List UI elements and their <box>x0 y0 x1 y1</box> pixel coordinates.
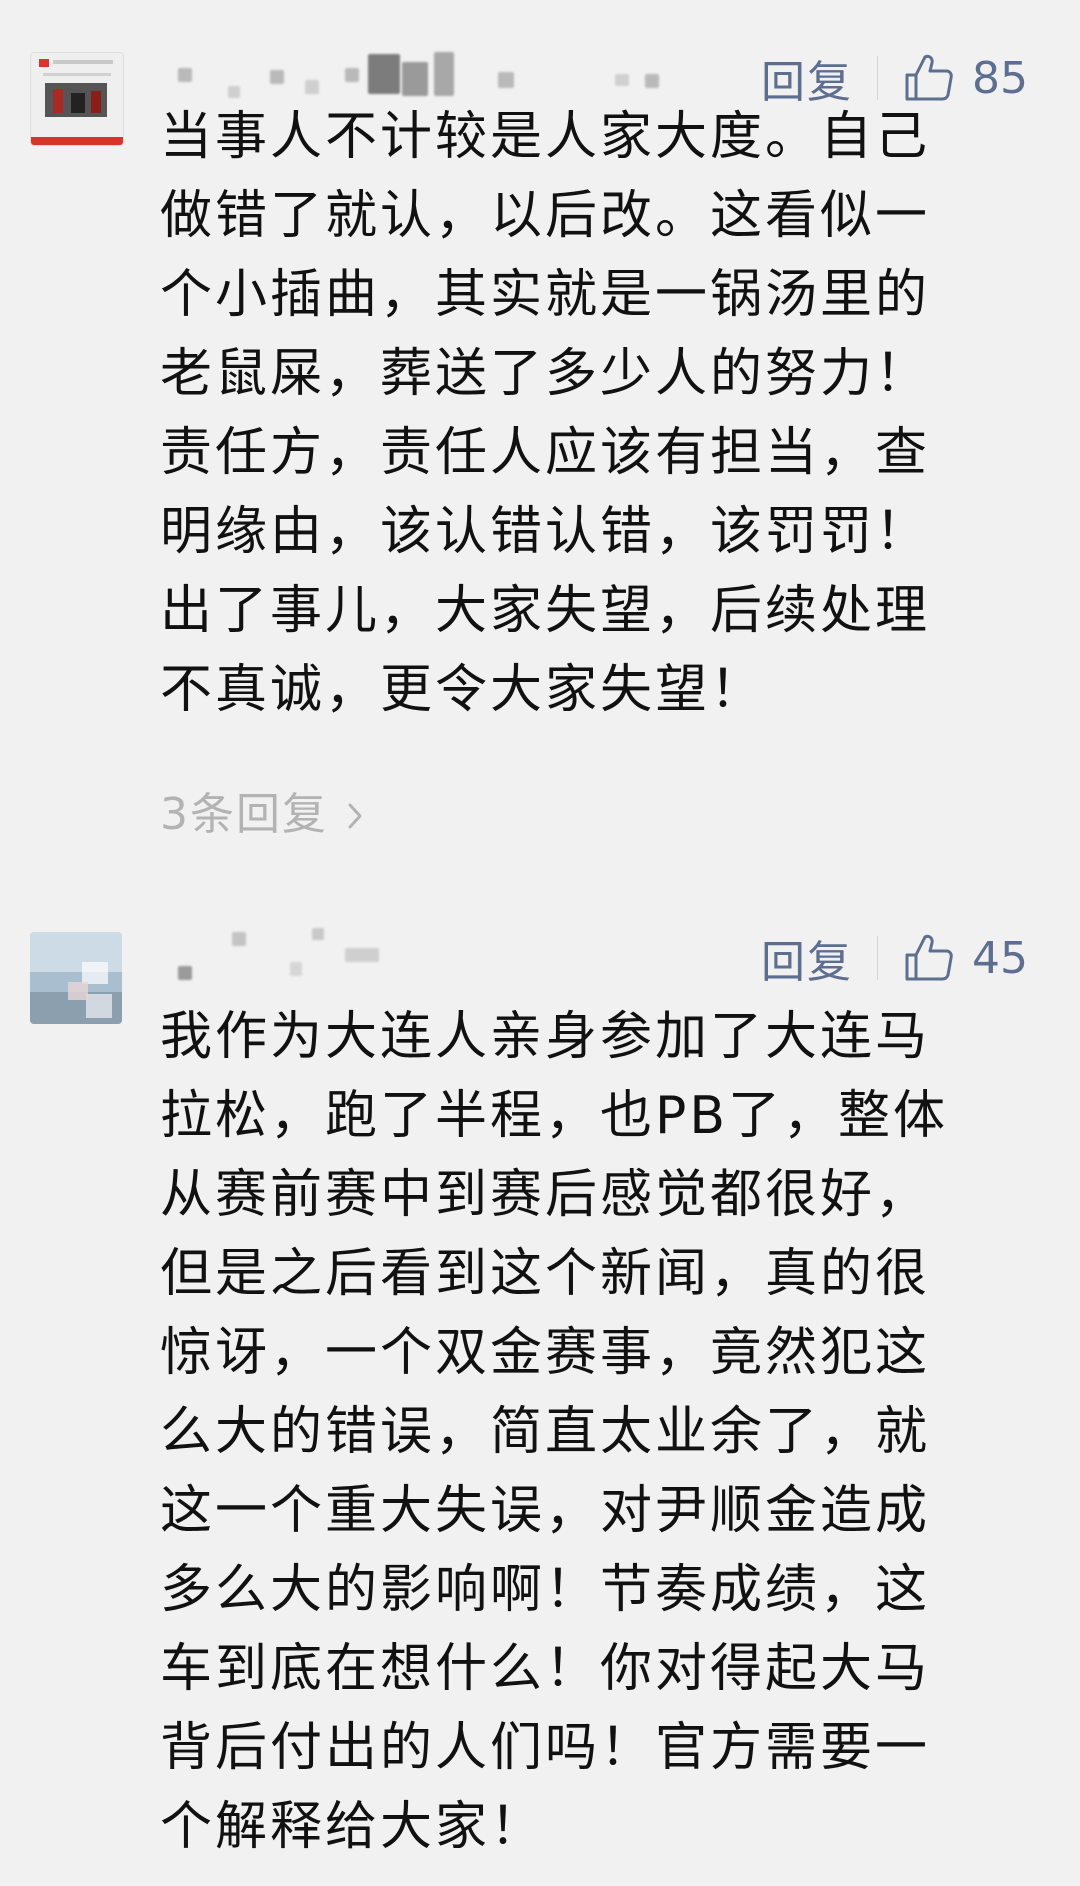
comment-line: 么大的错误，简直太业余了，就 <box>160 1402 931 1462</box>
chevron-right-icon <box>348 803 362 829</box>
comment-line: 明缘由，该认错认错，该罚罚！ <box>160 502 931 562</box>
thumbs-up-icon <box>905 934 953 981</box>
avatar-image <box>31 53 123 145</box>
comment-text: 当事人不计较是人家大度。自己 做错了就认，以后改。这看似一 个小插曲，其实就是一… <box>160 98 1030 730</box>
comment-line: 惊讶，一个双金赛事，竟然犯这 <box>160 1323 931 1383</box>
divider <box>877 936 878 980</box>
comment-line: 当事人不计较是人家大度。自己 <box>160 107 931 167</box>
avatar-image <box>30 932 122 1024</box>
reply-count-label: 3条回复 <box>160 789 328 840</box>
thumbs-up-icon <box>905 54 953 101</box>
comment-text: 我作为大连人亲身参加了大连马 拉松，跑了半程，也PB了，整体 从赛前赛中到赛后感… <box>160 998 1030 1867</box>
comment-line: 老鼠屎，葬送了多少人的努力！ <box>160 344 931 404</box>
comment-actions: 回复 45 <box>761 926 1028 990</box>
comment-line: 这一个重大失误，对尹顺金造成 <box>160 1481 931 1541</box>
divider <box>877 56 878 100</box>
like-count: 85 <box>972 52 1028 104</box>
username-blurred <box>170 922 730 982</box>
avatar[interactable] <box>30 932 122 1024</box>
view-replies-link[interactable]: 3条回复 <box>160 778 366 842</box>
comment-line: 责任方，责任人应该有担当，查 <box>160 423 931 483</box>
like-count: 45 <box>972 932 1028 984</box>
comment-line: 背后付出的人们吗！官方需要一 <box>160 1718 931 1778</box>
comment-line: 不真诚，更令大家失望！ <box>160 660 766 720</box>
comment-item: 回复 85 当事人不计较是人家大度。自己 做错了就认，以后改。这看似一 个小插曲… <box>0 0 1080 840</box>
comment-line: 出了事儿，大家失望，后续处理 <box>160 581 931 641</box>
avatar[interactable] <box>30 52 124 146</box>
like-button[interactable]: 85 <box>902 51 1028 105</box>
comment-line: 我作为大连人亲身参加了大连马 <box>160 1007 931 1067</box>
comment-line: 做错了就认，以后改。这看似一 <box>160 186 931 246</box>
comment-line: 从赛前赛中到赛后感觉都很好， <box>160 1165 931 1225</box>
comment-line: 多么大的影响啊！节奏成绩，这 <box>160 1560 931 1620</box>
like-button[interactable]: 45 <box>902 931 1028 985</box>
comment-line: 个小插曲，其实就是一锅汤里的 <box>160 265 931 325</box>
comment-line: 车到底在想什么！你对得起大马 <box>160 1639 931 1699</box>
comment-line: 但是之后看到这个新闻，真的很 <box>160 1244 931 1304</box>
reply-button[interactable]: 回复 <box>761 926 853 990</box>
comment-line: 拉松，跑了半程，也PB了，整体 <box>160 1086 949 1146</box>
comment-line: 个解释给大家！ <box>160 1797 546 1857</box>
